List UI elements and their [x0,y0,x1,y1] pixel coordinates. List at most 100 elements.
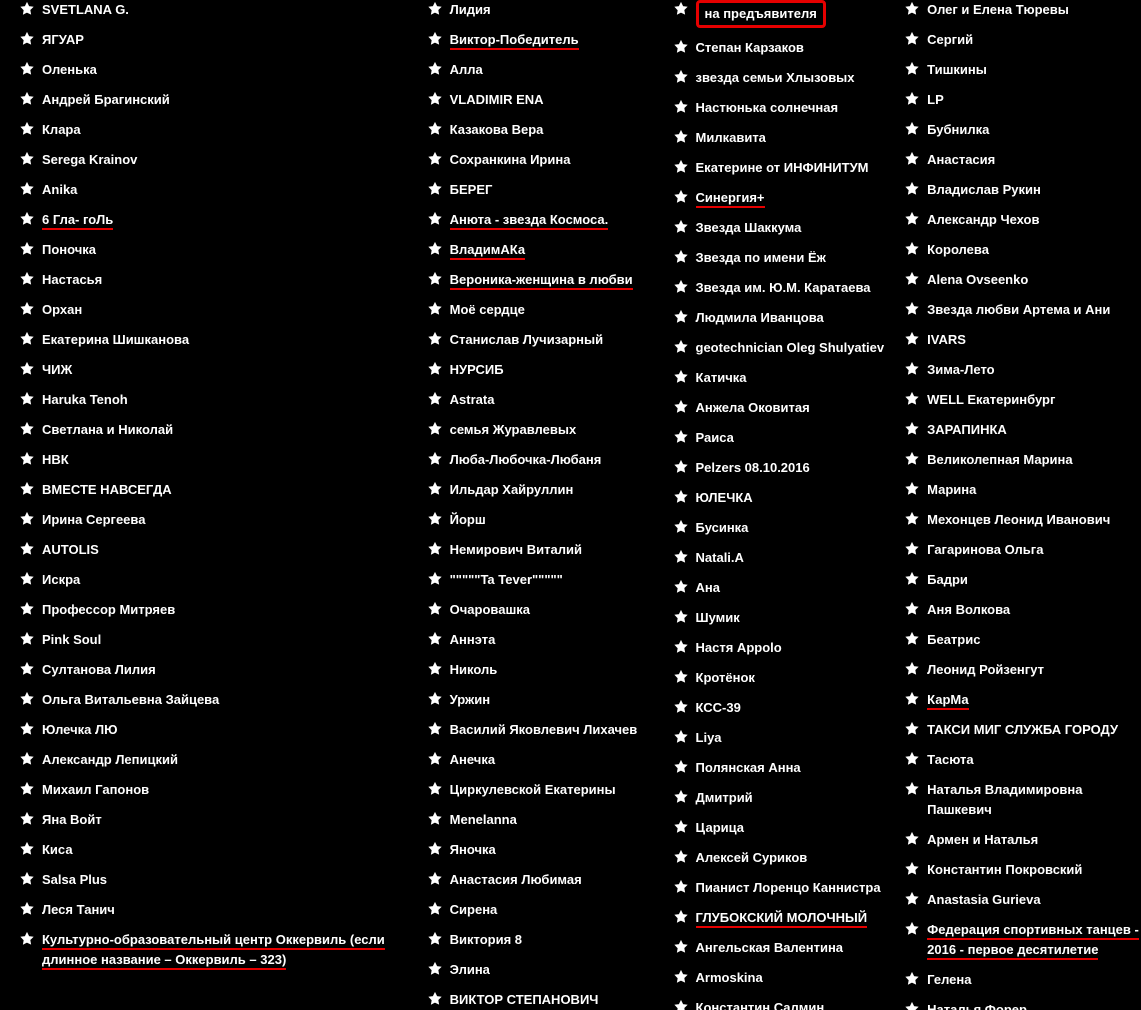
list-item[interactable]: VLADIMIR ENA [426,90,664,110]
list-item[interactable]: ВладимАКа [426,240,664,260]
list-item[interactable]: Гагаринова Ольга [903,540,1141,560]
list-item[interactable]: Ангельская Валентина [672,938,896,958]
list-item[interactable]: geotechnician Oleg Shulyatiev [672,338,896,358]
list-item[interactable]: Кротёнок [672,668,896,688]
list-item[interactable]: Великолепная Марина [903,450,1141,470]
list-item[interactable]: НВК [18,450,418,470]
list-item[interactable]: Бадри [903,570,1141,590]
list-item[interactable]: Анжела Оковитая [672,398,896,418]
list-item[interactable]: Немирович Виталий [426,540,664,560]
list-item[interactable]: Тасюта [903,750,1141,770]
list-item[interactable]: Haruka Tenoh [18,390,418,410]
list-item[interactable]: Ирина Сергеева [18,510,418,530]
list-item[interactable]: Степан Карзаков [672,38,896,58]
list-item[interactable]: ЮЛЕЧКА [672,488,896,508]
list-item[interactable]: Pelzers 08.10.2016 [672,458,896,478]
list-item[interactable]: Ольга Витальевна Зайцева [18,690,418,710]
list-item[interactable]: Звезда Шаккума [672,218,896,238]
list-item[interactable]: Леонид Ройзенгут [903,660,1141,680]
list-item[interactable]: WELL Екатеринбург [903,390,1141,410]
list-item[interactable]: Сирена [426,900,664,920]
list-item[interactable]: Царица [672,818,896,838]
list-item[interactable]: Александр Чехов [903,210,1141,230]
list-item[interactable]: Моё сердце [426,300,664,320]
list-item[interactable]: Йорш [426,510,664,530]
list-item[interactable]: Николь [426,660,664,680]
list-item[interactable]: Искра [18,570,418,590]
list-item[interactable]: SVETLANA G. [18,0,418,20]
list-item[interactable]: Бусинка [672,518,896,538]
list-item[interactable]: Звезда по имени Ёж [672,248,896,268]
list-item[interactable]: Марина [903,480,1141,500]
list-item[interactable]: Олег и Елена Тюревы [903,0,1141,20]
list-item[interactable]: Salsa Plus [18,870,418,890]
list-item[interactable]: Зима-Лето [903,360,1141,380]
list-item[interactable]: Alena Ovseenko [903,270,1141,290]
list-item[interactable]: Люба-Любочка-Любаня [426,450,664,470]
list-item[interactable]: Аннэта [426,630,664,650]
list-item[interactable]: Очаровашка [426,600,664,620]
list-item[interactable]: Natali.A [672,548,896,568]
list-item[interactable]: Михаил Гапонов [18,780,418,800]
list-item[interactable]: КСС-39 [672,698,896,718]
list-item[interactable]: LP [903,90,1141,110]
list-item[interactable]: Казакова Вера [426,120,664,140]
list-item[interactable]: Милкавита [672,128,896,148]
list-item[interactable]: Пианист Лоренцо Каннистра [672,878,896,898]
list-item[interactable]: Юлечка ЛЮ [18,720,418,740]
list-item[interactable]: Виктория 8 [426,930,664,950]
list-item[interactable]: Аня Волкова [903,600,1141,620]
list-item[interactable]: Настасья [18,270,418,290]
list-item[interactable]: Армен и Наталья [903,830,1141,850]
list-item[interactable]: 6 Гла- гоЛь [18,210,418,230]
list-item[interactable]: Liya [672,728,896,748]
list-item[interactable]: Лидия [426,0,664,20]
list-item[interactable]: звезда семьи Хлызовых [672,68,896,88]
list-item[interactable]: IVARS [903,330,1141,350]
list-item[interactable]: Константин Покровский [903,860,1141,880]
list-item[interactable]: Звезда любви Артема и Ани [903,300,1141,320]
list-item[interactable]: БЕРЕГ [426,180,664,200]
list-item[interactable]: Оленька [18,60,418,80]
list-item[interactable]: ТАКСИ МИГ СЛУЖБА ГОРОДУ [903,720,1141,740]
list-item[interactable]: Василий Яковлевич Лихачев [426,720,664,740]
list-item[interactable]: Menelanna [426,810,664,830]
list-item[interactable]: Катичка [672,368,896,388]
list-item[interactable]: Профессор Митряев [18,600,418,620]
list-item[interactable]: Синергия+ [672,188,896,208]
list-item[interactable]: Беатрис [903,630,1141,650]
list-item[interactable]: Тишкины [903,60,1141,80]
list-item[interactable]: семья Журавлевых [426,420,664,440]
list-item[interactable]: Мехонцев Леонид Иванович [903,510,1141,530]
list-item[interactable]: Сергий [903,30,1141,50]
list-item[interactable]: Serega Krainov [18,150,418,170]
list-item[interactable]: Анюта - звезда Космоса. [426,210,664,230]
list-item[interactable]: Раиса [672,428,896,448]
list-item[interactable]: Константин Салмин [672,998,896,1010]
list-item[interactable]: Элина [426,960,664,980]
list-item[interactable]: Astrata [426,390,664,410]
list-item[interactable]: Владислав Рукин [903,180,1141,200]
list-item[interactable]: Орхан [18,300,418,320]
list-item[interactable]: Леся Танич [18,900,418,920]
list-item[interactable]: Федерация спортивных танцев - 2016 - пер… [903,920,1141,960]
list-item[interactable]: Шумик [672,608,896,628]
list-item[interactable]: Алла [426,60,664,80]
list-item[interactable]: Виктор-Победитель [426,30,664,50]
list-item[interactable]: Anastasia Gurieva [903,890,1141,910]
list-item[interactable]: Уржин [426,690,664,710]
list-item[interactable]: Екатерине от ИНФИНИТУМ [672,158,896,178]
list-item[interactable]: Поночка [18,240,418,260]
list-item[interactable]: ВИКТОР СТЕПАНОВИЧ ШКАРОВСКИЙ [426,990,664,1010]
list-item[interactable]: ЯГУАР [18,30,418,50]
list-item[interactable]: Полянская Анна [672,758,896,778]
list-item[interactable]: Светлана и Николай [18,420,418,440]
list-item[interactable]: Дмитрий [672,788,896,808]
list-item[interactable]: НУРСИБ [426,360,664,380]
list-item[interactable]: Циркулевской Екатерины [426,780,664,800]
list-item[interactable]: Анастасия Любимая [426,870,664,890]
list-item[interactable]: Культурно-образовательный центр Оккервил… [18,930,418,970]
list-item[interactable]: Султанова Лилия [18,660,418,680]
list-item[interactable]: Гелена [903,970,1141,990]
list-item[interactable]: Pink Soul [18,630,418,650]
